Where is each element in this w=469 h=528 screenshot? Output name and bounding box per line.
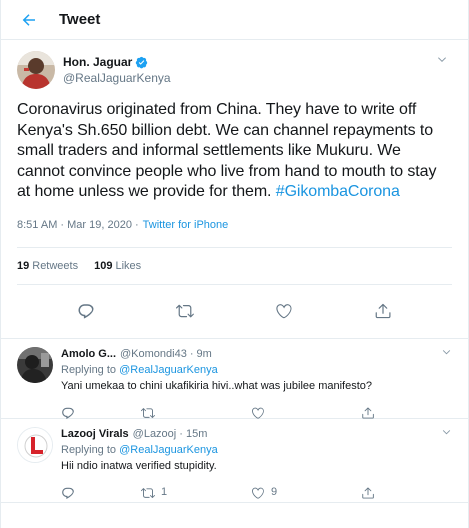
- reply-button[interactable]: [71, 296, 101, 326]
- tweet-text: Coronavirus originated from China. They …: [17, 101, 437, 200]
- back-arrow-icon: [22, 13, 35, 26]
- retweet-icon: [176, 304, 194, 318]
- retweet-button[interactable]: [170, 296, 200, 326]
- share-icon: [362, 486, 374, 499]
- hashtag-link[interactable]: #GikombaCorona: [276, 183, 400, 200]
- tweet-stats: 19 Retweets 109 Likes: [17, 246, 452, 285]
- mention-link[interactable]: @RealJaguarKenya: [119, 364, 218, 376]
- reply-icon: [62, 407, 74, 419]
- chevron-down-icon: [438, 57, 446, 63]
- reply-author-handle[interactable]: @Lazooj: [133, 427, 177, 442]
- reply-icon: [78, 304, 94, 319]
- replying-to: Replying to @RealJaguarKenya: [61, 443, 218, 456]
- like-button[interactable]: [251, 406, 361, 420]
- page-title: Tweet: [59, 11, 101, 28]
- reply-icon: [62, 487, 74, 499]
- tweet-menu-button[interactable]: [432, 50, 452, 70]
- reply-button[interactable]: [61, 486, 141, 500]
- reply-author-handle[interactable]: @Komondi43: [120, 347, 187, 362]
- main-tweet: Hon. Jaguar @RealJaguarKenya Coronavirus…: [1, 40, 468, 339]
- share-button[interactable]: [368, 296, 398, 326]
- replying-to: Replying to @RealJaguarKenya: [61, 363, 218, 376]
- retweets-stat[interactable]: 19 Retweets: [17, 260, 78, 272]
- tweet-source[interactable]: Twitter for iPhone: [143, 219, 229, 231]
- verified-badge-icon: [135, 56, 148, 69]
- avatar[interactable]: [17, 426, 53, 463]
- like-count: 9: [271, 486, 278, 498]
- reply-text: Yani umekaa to chini ukafikiria hivi..wh…: [61, 379, 373, 392]
- share-button[interactable]: [361, 486, 391, 500]
- tweet-page: Tweet Hon. Jaguar @RealJaguarKenya Coron…: [0, 0, 469, 528]
- tweet-actions: [1, 285, 468, 339]
- reply-text: Hii ndio inatwa verified stupidity.: [61, 459, 217, 472]
- reply-timestamp[interactable]: · 15m: [179, 427, 207, 442]
- reply-timestamp[interactable]: · 9m: [190, 347, 212, 362]
- share-button[interactable]: [361, 406, 391, 420]
- reply-author-name[interactable]: Lazooj Virals: [61, 427, 129, 442]
- back-button[interactable]: [17, 8, 41, 32]
- avatar[interactable]: [17, 346, 53, 383]
- mention-link[interactable]: @RealJaguarKenya: [119, 444, 218, 456]
- like-icon: [252, 407, 264, 419]
- like-button[interactable]: 9: [251, 485, 361, 500]
- like-button[interactable]: [269, 296, 299, 326]
- reply-menu-button[interactable]: [441, 345, 452, 363]
- like-icon: [276, 304, 292, 319]
- tweet-meta: 8:51 AM · Mar 19, 2020 · Twitter for iPh…: [17, 215, 452, 235]
- tweet-author: Hon. Jaguar @RealJaguarKenya: [17, 48, 452, 92]
- reply-tweet[interactable]: Amolo G... @Komondi43 · 9m Replying to @…: [1, 339, 468, 419]
- reply-actions: 1 9: [61, 478, 452, 508]
- reply-author-name[interactable]: Amolo G...: [61, 347, 116, 362]
- likes-stat[interactable]: 109 Likes: [94, 260, 141, 272]
- share-icon: [362, 406, 374, 419]
- reply-button[interactable]: [61, 406, 141, 420]
- retweet-icon: [141, 487, 155, 498]
- reply-tweet[interactable]: Lazooj Virals @Lazooj · 15m Replying to …: [1, 419, 468, 503]
- chevron-down-icon: [442, 429, 451, 434]
- reply-menu-button[interactable]: [441, 425, 452, 443]
- chevron-down-icon: [442, 349, 451, 354]
- avatar[interactable]: [17, 51, 55, 89]
- author-name[interactable]: Hon. Jaguar: [63, 54, 132, 70]
- retweet-button[interactable]: [141, 406, 251, 420]
- retweet-icon: [141, 407, 155, 418]
- tweet-timestamp[interactable]: 8:51 AM · Mar 19, 2020 ·: [17, 219, 139, 231]
- share-icon: [375, 303, 391, 319]
- like-icon: [252, 487, 264, 499]
- page-header: Tweet: [1, 0, 468, 40]
- retweet-button[interactable]: 1: [141, 485, 251, 500]
- retweet-count: 1: [161, 486, 168, 498]
- author-handle[interactable]: @RealJaguarKenya: [63, 70, 171, 86]
